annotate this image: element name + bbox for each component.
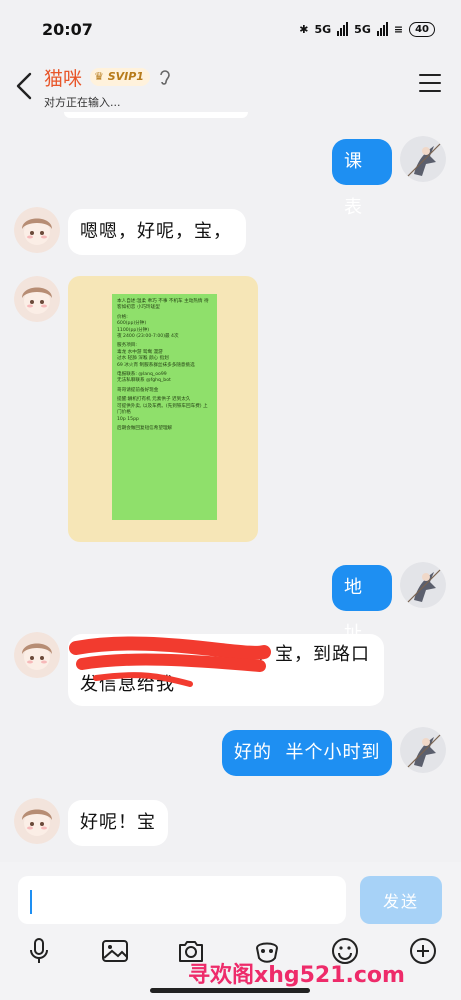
microphone-icon[interactable] <box>24 936 54 966</box>
network-label-1: 5G <box>314 22 332 36</box>
back-arrow-icon[interactable] <box>12 68 40 104</box>
poster-line: 提醒:酬机打有机 元素供子 迟到太久 可提供外卖, 以及车费。(先到铁车回车费)… <box>117 397 208 422</box>
message-text: 课表 <box>344 151 363 218</box>
menu-icon[interactable] <box>419 74 441 92</box>
watermark: 寻欢阁xhg521.com <box>188 963 405 988</box>
incoming-message-bubble[interactable]: 好呢！宝 <box>68 800 168 846</box>
poster-line: 本人自述:温柔 乖巧 不事 不机车 主动热情 待客如初恋 小巧玲珑型 <box>117 299 209 311</box>
crown-icon: ♛ <box>94 70 104 83</box>
poster-line: 价格: 600(pp)分钟) 1100(pp)分钟) 夜 2400 (23:00… <box>117 314 179 340</box>
poster-line: 电报联系: @lanq_oo99 无法私聊联系 @fghq_bot <box>117 372 171 384</box>
vip-badge: ♛ SVIP1 <box>90 68 150 86</box>
typing-status: 对方正在输入... <box>44 96 121 109</box>
message-line-1: ，宝，到路口 <box>256 644 370 665</box>
image-content: 本人自述:温柔 乖巧 不事 不机车 主动热情 待客如初恋 小巧玲珑型 价格: 6… <box>112 294 217 520</box>
status-icons: ✱ 5G 5G ≡ 40 <box>299 21 435 37</box>
my-avatar[interactable] <box>400 562 446 608</box>
my-avatar[interactable] <box>400 727 446 773</box>
outgoing-message-bubble[interactable]: 课表 <box>332 139 392 218</box>
message-text: 嗯嗯，好呢，宝， <box>80 221 232 242</box>
home-indicator[interactable] <box>150 988 310 993</box>
contact-name[interactable]: 猫咪 <box>44 64 82 91</box>
network-label-2: 5G <box>354 22 371 36</box>
message-line-2: 发信息给我 <box>80 674 175 695</box>
vip-badge-label: SVIP1 <box>107 70 144 83</box>
image-icon[interactable] <box>100 936 130 966</box>
contact-avatar[interactable] <box>14 207 60 253</box>
clock: 20:07 <box>42 19 93 39</box>
contact-avatar[interactable] <box>14 798 60 844</box>
send-button[interactable]: 发送 <box>360 876 442 924</box>
text-cursor <box>30 890 32 914</box>
previous-bubble-edge <box>64 112 248 118</box>
status-bar: 20:07 ✱ 5G 5G ≡ 40 <box>0 0 461 58</box>
message-input[interactable] <box>18 876 346 924</box>
incoming-message-bubble[interactable]: 嗯嗯，好呢，宝， <box>68 209 246 255</box>
poster-line: 后期会做回复短信希望理解 <box>117 425 173 431</box>
image-message[interactable]: 本人自述:温柔 乖巧 不事 不机车 主动热情 待客如初恋 小巧玲珑型 价格: 6… <box>68 276 258 542</box>
wifi-icon: ≡ <box>393 22 404 36</box>
my-avatar[interactable] <box>400 136 446 182</box>
bluetooth-icon: ✱ <box>299 22 309 36</box>
message-text: 好呢！宝 <box>80 812 156 833</box>
poster-line: 服务项目: 毒龙 水中游 鸳鸯 漫游 过水 轻舔 深喉 颜心 指划 69 冰火宵… <box>117 343 195 368</box>
ear-icon[interactable] <box>158 68 172 86</box>
contact-avatar[interactable] <box>14 276 60 322</box>
outgoing-message-bubble[interactable]: 好的 半个小时到 <box>222 730 392 776</box>
poster-line: 哥哥请提前备好现金 <box>117 387 159 393</box>
battery-indicator: 40 <box>409 21 435 37</box>
plus-icon[interactable] <box>408 936 438 966</box>
message-text: 好的 半个小时到 <box>234 742 381 763</box>
incoming-message-bubble[interactable]: ，宝，到路口 发信息给我 <box>68 634 384 706</box>
signal-icon-2 <box>376 22 388 36</box>
chat-header: 猫咪 ♛ SVIP1 对方正在输入... <box>0 58 461 114</box>
outgoing-message-bubble[interactable]: 地址 <box>332 565 392 644</box>
signal-icon <box>337 22 349 36</box>
contact-avatar[interactable] <box>14 632 60 678</box>
